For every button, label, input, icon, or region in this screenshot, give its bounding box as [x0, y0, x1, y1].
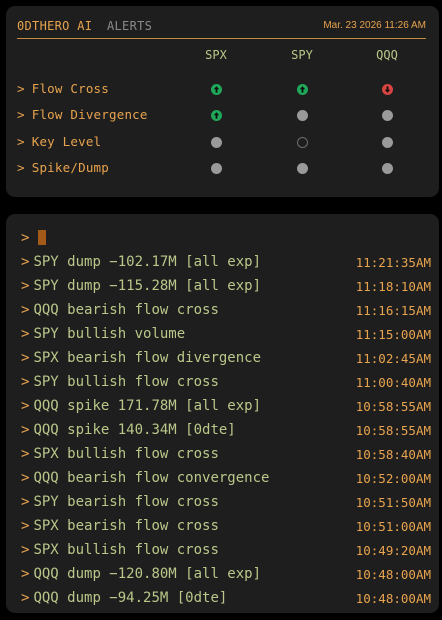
alert-time: 10:48:00AM [355, 567, 431, 582]
alert-row[interactable]: > SPX bullish flow cross 10:58:40AM [21, 446, 431, 466]
alert-message: SPX bullish flow cross [33, 446, 219, 462]
caret-glyph: > [21, 254, 30, 270]
alert-row[interactable]: > QQQ bearish flow cross 11:16:15AM [21, 302, 431, 322]
alert-time: 11:18:10AM [355, 279, 431, 294]
tab-alerts[interactable]: ALERTS [107, 19, 152, 33]
caret-glyph: > [21, 566, 30, 582]
caret-glyph: > [21, 422, 30, 438]
caret-glyph: > [17, 160, 25, 175]
neutral-dot-icon [296, 162, 308, 174]
signal-name: Key Level [31, 134, 102, 149]
alert-row[interactable]: > SPY bullish volume 11:15:00AM [21, 326, 431, 346]
caret-glyph: > [21, 446, 30, 462]
alert-row[interactable]: > SPY dump −102.17M [all exp] 11:21:35AM [21, 254, 431, 274]
alert-time: 10:58:55AM [355, 399, 431, 414]
caret-glyph: > [17, 107, 25, 122]
signal-row-label[interactable]: > Flow Divergence [17, 107, 148, 122]
alert-row[interactable]: > SPX bearish flow cross 10:51:00AM [21, 518, 431, 538]
alert-time: 10:58:40AM [355, 447, 431, 462]
signal-name: Spike/Dump [31, 160, 109, 175]
caret-glyph: > [17, 81, 25, 96]
alert-time: 11:16:15AM [355, 303, 431, 318]
alert-message: SPY bearish flow cross [33, 494, 219, 510]
caret-glyph: > [21, 350, 30, 366]
alert-message: QQQ bearish flow cross [33, 302, 219, 318]
alert-row[interactable]: > QQQ dump −94.25M [0dte] 10:48:00AM [21, 590, 431, 610]
alert-row[interactable]: > SPX bearish flow divergence 11:02:45AM [21, 350, 431, 370]
neutral-dot-icon [381, 162, 393, 174]
alert-row[interactable]: > QQQ spike 171.78M [all exp] 10:58:55AM [21, 398, 431, 418]
alert-message: SPY bullish volume [33, 326, 186, 342]
neutral-dot-icon [381, 109, 393, 121]
alert-time: 10:52:00AM [355, 471, 431, 486]
alert-row[interactable]: > QQQ dump −120.80M [all exp] 10:48:00AM [21, 566, 431, 586]
alert-row[interactable]: > QQQ spike 140.34M [0dte] 10:58:55AM [21, 422, 431, 442]
alert-time: 11:02:45AM [355, 351, 431, 366]
neutral-dot-icon [210, 162, 222, 174]
caret-glyph: > [21, 494, 30, 510]
alert-message: SPX bearish flow divergence [33, 350, 262, 366]
alert-message: SPY dump −115.28M [all exp] [33, 278, 262, 294]
alert-message: QQQ dump −120.80M [all exp] [33, 566, 262, 582]
alert-time: 10:51:50AM [355, 495, 431, 510]
caret-glyph: > [17, 134, 25, 149]
caret-glyph: > [21, 518, 30, 534]
caret-glyph: > [21, 542, 30, 558]
alert-time: 10:51:00AM [355, 519, 431, 534]
signal-name: Flow Cross [31, 81, 109, 96]
alert-row[interactable]: > SPY bullish flow cross 11:00:40AM [21, 374, 431, 394]
signal-row-label[interactable]: > Key Level [17, 134, 101, 149]
alert-time: 11:21:35AM [355, 255, 431, 270]
neutral-dot-icon [381, 136, 393, 148]
input-cursor[interactable] [38, 230, 46, 245]
alert-row[interactable]: > SPX bullish flow cross 10:49:20AM [21, 542, 431, 562]
alert-message: QQQ spike 140.34M [0dte] [33, 422, 236, 438]
alert-log-panel[interactable]: > > SPY dump −102.17M [all exp] 11:21:35AM… [6, 214, 439, 613]
panel-header: 0DTHERO AI ALERTS Mar. 23 2026 11:26 AM [17, 18, 426, 39]
alert-message: SPY dump −102.17M [all exp] [33, 254, 262, 270]
column-header: QQQ [376, 48, 398, 62]
alert-row[interactable]: > QQQ bearish flow convergence 10:52:00AM [21, 470, 431, 490]
alert-message: QQQ spike 171.78M [all exp] [33, 398, 262, 414]
caret-glyph: > [21, 470, 30, 486]
signal-row-label[interactable]: > Flow Cross [17, 81, 109, 96]
caret-glyph: > [21, 590, 30, 606]
alert-message: QQQ dump −94.25M [0dte] [33, 590, 228, 606]
caret-glyph: > [21, 278, 30, 294]
caret-glyph: > [21, 374, 30, 390]
column-header: SPX [205, 48, 227, 62]
column-header: SPY [291, 48, 313, 62]
alert-row[interactable]: > SPY dump −115.28M [all exp] 11:18:10AM [21, 278, 431, 298]
alert-message: QQQ bearish flow convergence [33, 470, 270, 486]
brand-title: 0DTHERO AI [17, 19, 93, 33]
arrow-up-icon [296, 83, 308, 95]
caret-glyph: > [21, 326, 30, 342]
alert-message: SPY bullish flow cross [33, 374, 219, 390]
alert-time: 10:48:00AM [355, 591, 431, 606]
signal-matrix-panel: 0DTHERO AI ALERTS Mar. 23 2026 11:26 AM … [6, 6, 439, 197]
alert-row[interactable]: > SPY bearish flow cross 10:51:50AM [21, 494, 431, 514]
caret-glyph: > [21, 302, 30, 318]
caret-glyph: > [21, 398, 30, 414]
arrow-down-icon [381, 83, 393, 95]
alert-time: 10:49:20AM [355, 543, 431, 558]
alert-time: 10:58:55AM [355, 423, 431, 438]
signal-name: Flow Divergence [31, 107, 148, 122]
empty-circle-icon [296, 136, 308, 148]
datetime-display: Mar. 23 2026 11:26 AM [323, 20, 426, 31]
arrow-up-icon [210, 83, 222, 95]
alert-message: SPX bearish flow cross [33, 518, 219, 534]
signal-row-label[interactable]: > Spike/Dump [17, 160, 109, 175]
alert-time: 11:00:40AM [355, 375, 431, 390]
arrow-up-icon [210, 109, 222, 121]
alert-message: SPX bullish flow cross [33, 542, 219, 558]
command-prompt: > [21, 230, 30, 246]
neutral-dot-icon [296, 109, 308, 121]
neutral-dot-icon [210, 136, 222, 148]
alert-time: 11:15:00AM [355, 327, 431, 342]
